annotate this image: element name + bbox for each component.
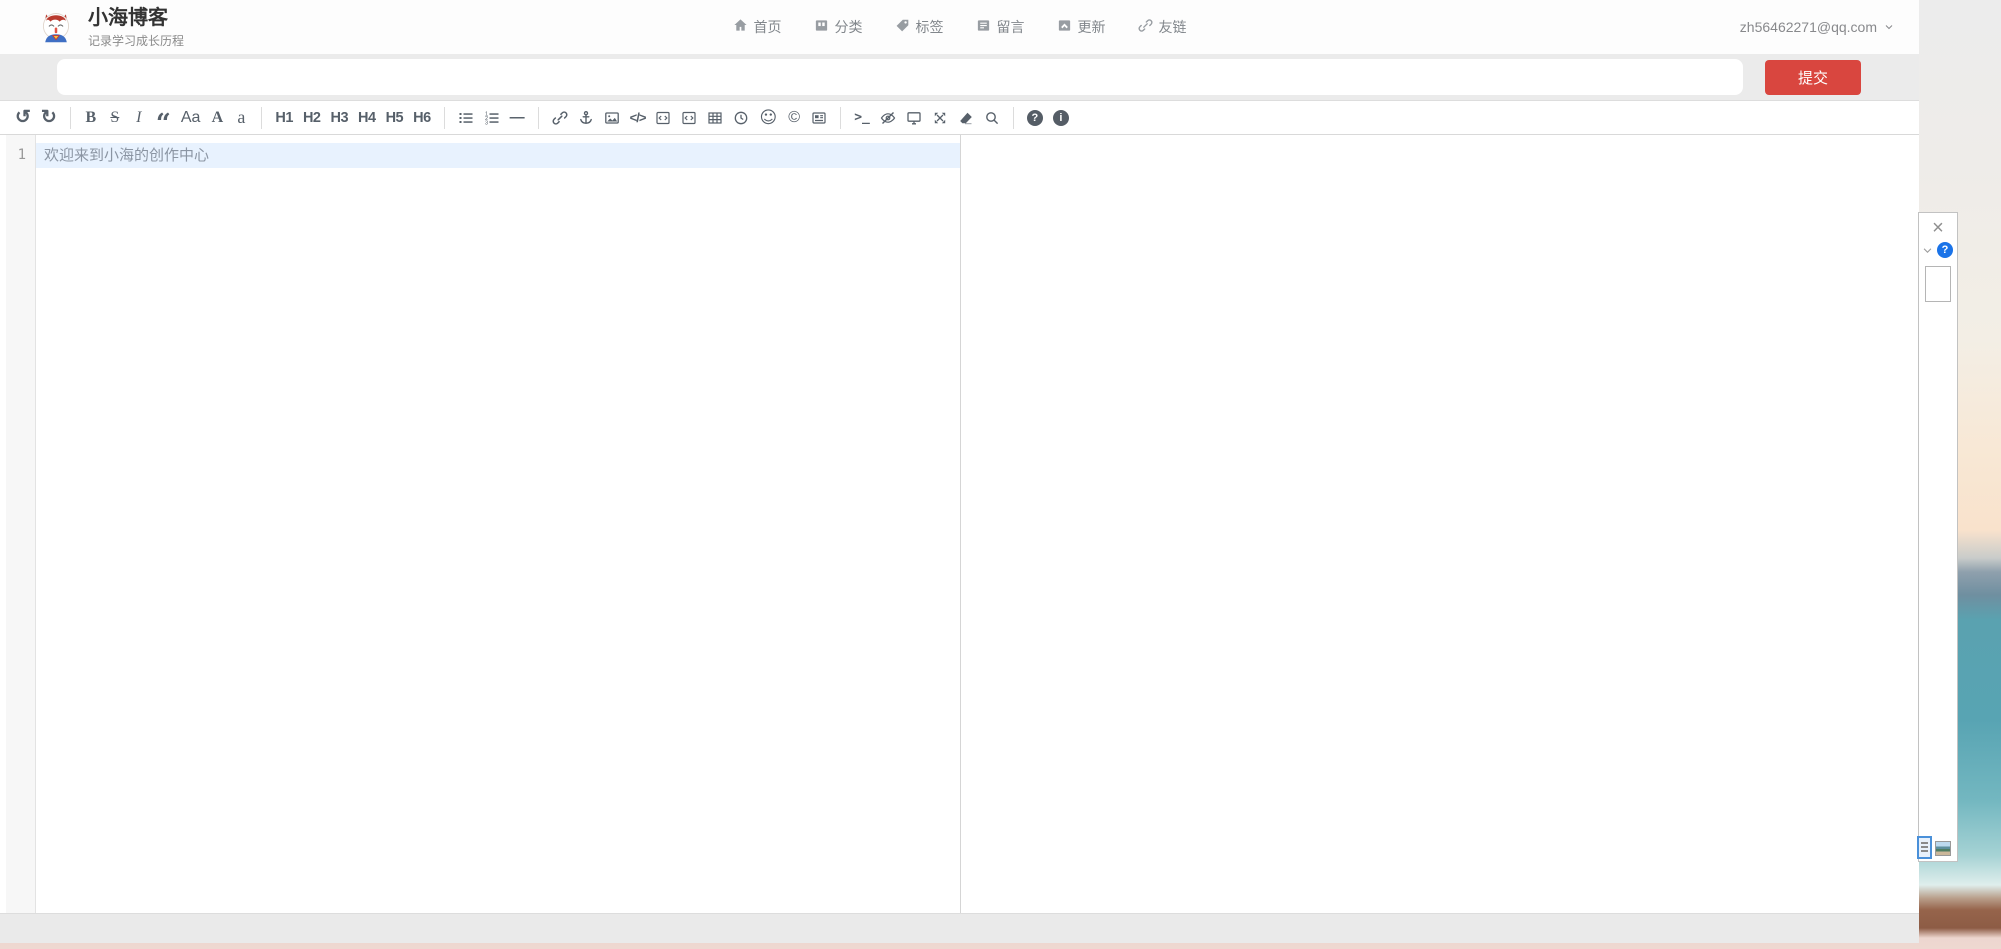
avatar-icon xyxy=(38,9,74,45)
goto-line-icon[interactable]: >_ xyxy=(850,105,874,131)
blog-title[interactable]: 小海博客 xyxy=(88,6,184,30)
panel-controls-row: ? xyxy=(1919,238,1957,258)
code-block-icon[interactable] xyxy=(677,105,701,131)
line-number-gutter: 1 xyxy=(6,135,36,913)
toolbar-divider xyxy=(538,107,539,129)
nav-item-label: 分类 xyxy=(835,17,863,37)
nav-item-label: 首页 xyxy=(754,17,782,37)
toolbar-divider xyxy=(70,107,71,129)
markdown-code-pane[interactable]: 欢迎来到小海的创作中心 xyxy=(36,135,960,913)
heading5-icon[interactable]: H5 xyxy=(382,105,408,131)
toolbar-divider xyxy=(1013,107,1014,129)
nav-item-categories[interactable]: 分类 xyxy=(814,17,863,37)
table-icon[interactable] xyxy=(703,105,727,131)
submit-button[interactable]: 提交 xyxy=(1765,60,1861,95)
home-icon xyxy=(733,18,748,36)
account-email: zh56462271@qq.com xyxy=(1740,19,1877,35)
italic-icon[interactable]: I xyxy=(128,105,150,131)
pagebreak-icon[interactable] xyxy=(807,105,831,131)
toolbar-divider xyxy=(444,107,445,129)
nav-item-label: 友链 xyxy=(1159,17,1187,37)
heading3-icon[interactable]: H3 xyxy=(326,105,352,131)
title-block: 小海博客 记录学习成长历程 xyxy=(88,6,184,49)
compose-title-row: 提交 xyxy=(0,54,1919,100)
emoji-icon[interactable]: ☺ xyxy=(755,105,781,131)
info-icon[interactable]: i xyxy=(1049,105,1073,131)
redo-icon[interactable]: ↻ xyxy=(37,105,61,131)
close-icon[interactable]: × xyxy=(1932,218,1944,238)
quote-icon[interactable]: “ xyxy=(152,105,175,131)
nav-item-tags[interactable]: 标签 xyxy=(895,17,944,37)
blog-subtitle: 记录学习成长历程 xyxy=(88,32,184,49)
clear-icon[interactable] xyxy=(954,105,978,131)
toolbar-divider xyxy=(840,107,841,129)
category-icon xyxy=(814,18,829,36)
tag-icon xyxy=(895,18,910,36)
preview-icon[interactable] xyxy=(902,105,926,131)
fullscreen-icon[interactable] xyxy=(928,105,952,131)
markdown-toolbar: ↺↻BSI“AaAaH1H2H3H4H5H6123—</>☺©>_?i xyxy=(0,100,1919,135)
uppercase-icon[interactable]: A xyxy=(206,105,228,131)
nav-item-home[interactable]: 首页 xyxy=(733,17,782,37)
link-icon[interactable] xyxy=(548,105,572,131)
heading2-icon[interactable]: H2 xyxy=(299,105,325,131)
chevron-down-icon xyxy=(1883,21,1895,33)
post-title-input[interactable] xyxy=(57,59,1743,95)
ucwords-icon[interactable]: Aa xyxy=(177,105,205,131)
heading4-icon[interactable]: H4 xyxy=(354,105,380,131)
html-entities-icon[interactable]: © xyxy=(783,105,805,131)
help-icon[interactable]: ? xyxy=(1023,105,1047,131)
chain-icon xyxy=(1138,18,1153,36)
anchor-icon[interactable] xyxy=(574,105,598,131)
horizontal-rule-icon[interactable]: — xyxy=(506,105,529,131)
nav-item-label: 留言 xyxy=(997,17,1025,37)
search-icon[interactable] xyxy=(980,105,1004,131)
site-header: 小海博客 记录学习成长历程 首页 分类 标签 留言 更新 友链 zh56462271@qq… xyxy=(0,0,1919,54)
update-icon xyxy=(1057,18,1072,36)
list-ul-icon[interactable] xyxy=(454,105,478,131)
heading6-icon[interactable]: H6 xyxy=(409,105,435,131)
account-dropdown[interactable]: zh56462271@qq.com xyxy=(1740,0,1895,54)
nav-item-label: 更新 xyxy=(1078,17,1106,37)
image-view-thumbnail[interactable] xyxy=(1935,841,1951,856)
list-view-thumbnail[interactable] xyxy=(1917,836,1932,859)
editor-body: 1 欢迎来到小海的创作中心 xyxy=(0,135,1919,913)
preformatted-text-icon[interactable] xyxy=(651,105,675,131)
site-logo-avatar[interactable] xyxy=(38,9,74,45)
chevron-down-icon[interactable] xyxy=(1922,245,1933,256)
datetime-icon[interactable] xyxy=(729,105,753,131)
strikethrough-icon[interactable]: S xyxy=(104,105,126,131)
inline-code-icon[interactable]: </> xyxy=(626,105,650,131)
nav-item-guestbook[interactable]: 留言 xyxy=(976,17,1025,37)
line-number: 1 xyxy=(6,143,26,168)
blog-app: 小海博客 记录学习成长历程 首页 分类 标签 留言 更新 友链 zh56462271@qq… xyxy=(0,0,1919,943)
panel-input[interactable] xyxy=(1925,266,1951,302)
toolbar-divider xyxy=(261,107,262,129)
svg-text:3: 3 xyxy=(485,120,488,126)
list-ol-icon[interactable]: 123 xyxy=(480,105,504,131)
lowercase-icon[interactable]: a xyxy=(230,105,252,131)
editor-active-line[interactable]: 欢迎来到小海的创作中心 xyxy=(36,143,960,168)
nav-item-label: 标签 xyxy=(916,17,944,37)
page-footer xyxy=(0,913,1919,943)
image-icon[interactable] xyxy=(600,105,624,131)
nav-item-friend-links[interactable]: 友链 xyxy=(1138,17,1187,37)
heading1-icon[interactable]: H1 xyxy=(271,105,297,131)
main-nav: 首页 分类 标签 留言 更新 友链 xyxy=(733,0,1187,54)
markdown-preview-pane xyxy=(960,135,1919,913)
help-icon[interactable]: ? xyxy=(1937,242,1953,258)
watch-icon[interactable] xyxy=(876,105,900,131)
message-icon xyxy=(976,18,991,36)
panel-view-switcher xyxy=(1919,836,1957,861)
undo-icon[interactable]: ↺ xyxy=(11,105,35,131)
nav-item-updates[interactable]: 更新 xyxy=(1057,17,1106,37)
floating-side-panel: × ? xyxy=(1918,212,1958,862)
bold-icon[interactable]: B xyxy=(80,105,102,131)
